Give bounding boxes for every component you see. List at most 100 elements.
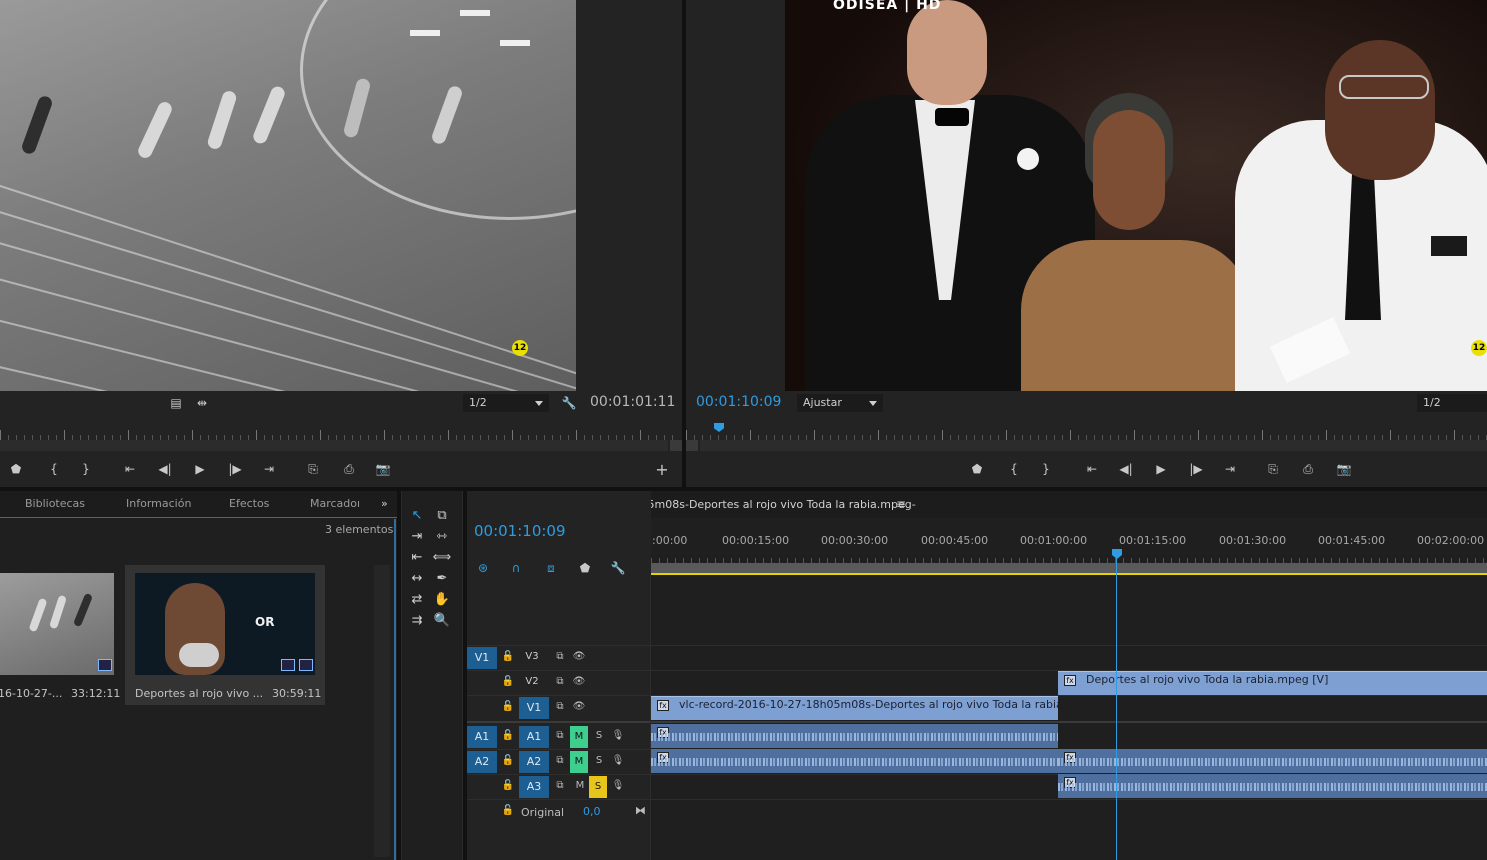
overflow-tabs-icon[interactable]: » — [381, 491, 388, 517]
track-label-a2[interactable]: A2 — [519, 751, 549, 773]
button-editor-icon[interactable]: + — [652, 461, 672, 479]
add-marker-icon[interactable]: ⬟ — [6, 460, 26, 478]
timeline-timecode[interactable]: 00:01:10:09 — [474, 522, 566, 540]
lock-icon[interactable]: 🔓 — [501, 775, 515, 797]
sync-lock-icon[interactable]: ⧉ — [553, 725, 567, 747]
rolling-edit-tool-icon[interactable]: ⇿ — [432, 527, 452, 547]
panel-menu-icon[interactable]: ≡ — [896, 497, 906, 511]
voice-over-icon[interactable]: 🎙 — [611, 750, 625, 772]
work-area-bar[interactable] — [651, 563, 1487, 575]
project-item-thumbnail-1[interactable] — [0, 573, 114, 675]
export-frame-icon[interactable]: 📷 — [373, 460, 393, 478]
tab-efectos[interactable]: Efectos — [229, 491, 269, 517]
go-to-end-icon[interactable]: ⧓ — [635, 804, 646, 817]
source-zoom-bar[interactable] — [0, 440, 668, 451]
insert-icon[interactable]: ⎘ — [303, 460, 323, 478]
clip-a2-second[interactable]: fx — [1058, 749, 1487, 773]
program-zoom-select[interactable]: 1/2 — [1417, 394, 1487, 412]
mute-button-a3[interactable]: M — [573, 775, 587, 797]
source-zoom-select[interactable]: 1/2 — [463, 394, 549, 412]
eye-icon[interactable]: 👁 — [572, 671, 586, 693]
track-label-a1[interactable]: A1 — [519, 726, 549, 748]
lock-icon[interactable]: 🔓 — [501, 696, 515, 718]
rate-stretch-tool-icon[interactable]: ⇤ — [407, 548, 427, 568]
eye-icon[interactable]: 👁 — [572, 646, 586, 668]
step-forward-icon[interactable]: |▶ — [225, 460, 245, 478]
slide-tool-icon[interactable]: ⇄ — [407, 590, 427, 610]
snap-icon[interactable]: ∩ — [506, 559, 526, 577]
clip-a1[interactable]: fx — [651, 724, 1058, 748]
hand-tool-icon[interactable]: ✋ — [432, 590, 452, 610]
program-mark-in-icon[interactable]: { — [1004, 460, 1024, 478]
lock-icon[interactable]: 🔓 — [501, 800, 515, 822]
video-source-target[interactable]: V1 — [467, 647, 497, 669]
slip-tool-icon[interactable]: ↔ — [407, 569, 427, 589]
mark-in-icon[interactable]: { — [44, 460, 64, 478]
source-timecode[interactable]: 00:01:01:11 — [590, 394, 675, 410]
extract-icon[interactable]: ⎙ — [1298, 460, 1318, 478]
program-zoom-bar[interactable] — [700, 440, 1487, 451]
timeline-settings-icon[interactable]: 🔧 — [608, 559, 628, 577]
mark-out-icon[interactable]: } — [76, 460, 96, 478]
sync-lock-icon[interactable]: ⧉ — [553, 671, 567, 693]
lock-icon[interactable]: 🔓 — [501, 725, 515, 747]
wrench-icon[interactable]: 🔧 — [559, 394, 579, 412]
project-scrollbar[interactable] — [374, 565, 390, 857]
overwrite-icon[interactable]: ⎙ — [339, 460, 359, 478]
lock-icon[interactable]: 🔓 — [501, 750, 515, 772]
track-label-v1[interactable]: V1 — [519, 697, 549, 719]
lift-icon[interactable]: ⎘ — [1263, 460, 1283, 478]
program-step-back-icon[interactable]: ◀| — [1116, 460, 1136, 478]
pen-tool-icon[interactable]: ✒ — [432, 569, 452, 589]
lock-icon[interactable]: 🔓 — [501, 671, 515, 693]
go-to-out-icon[interactable]: ⇥ — [259, 460, 279, 478]
program-go-to-in-icon[interactable]: ⇤ — [1082, 460, 1102, 478]
go-to-in-icon[interactable]: ⇤ — [120, 460, 140, 478]
program-step-forward-icon[interactable]: |▶ — [1186, 460, 1206, 478]
solo-button-a1[interactable]: S — [592, 725, 606, 747]
zoom-tool-icon[interactable]: 🔍 — [432, 611, 452, 631]
lock-icon[interactable]: 🔓 — [501, 646, 515, 668]
program-go-to-out-icon[interactable]: ⇥ — [1220, 460, 1240, 478]
safe-margins-icon[interactable]: ▤ — [166, 394, 186, 412]
drag-video-audio-icon[interactable]: ⇹ — [192, 394, 212, 412]
clip-v2[interactable]: fx Deportes al rojo vivo Toda la rabia.m… — [1058, 671, 1487, 695]
sync-lock-icon[interactable]: ⧉ — [553, 696, 567, 718]
program-timecode[interactable]: 00:01:10:09 — [696, 394, 781, 410]
mute-button-a2[interactable]: M — [570, 751, 588, 773]
tab-bibliotecas[interactable]: Bibliotecas — [25, 491, 85, 517]
mute-button-a1[interactable]: M — [570, 726, 588, 748]
source-video-frame[interactable]: 12 — [0, 0, 576, 391]
program-add-marker-icon[interactable]: ⬟ — [967, 460, 987, 478]
clip-a2[interactable]: fx — [651, 749, 1058, 773]
sync-lock-icon[interactable]: ⧉ — [553, 750, 567, 772]
audio-source-target-a1[interactable]: A1 — [467, 726, 497, 748]
selection-tool-icon[interactable]: ↖ — [407, 506, 427, 526]
program-export-frame-icon[interactable]: 📷 — [1334, 460, 1354, 478]
master-volume-value[interactable]: 0,0 — [583, 805, 601, 818]
step-back-icon[interactable]: ◀| — [155, 460, 175, 478]
eye-icon[interactable]: 👁 — [572, 696, 586, 718]
clip-a3[interactable]: fx — [1058, 774, 1487, 798]
project-item-thumbnail-2[interactable]: OR — [135, 573, 315, 675]
nest-icon[interactable]: ⊛ — [473, 559, 493, 577]
play-icon[interactable]: ▶ — [190, 460, 210, 478]
linked-selection-icon[interactable]: ⧈ — [541, 559, 561, 577]
solo-button-a2[interactable]: S — [592, 750, 606, 772]
voice-over-icon[interactable]: 🎙 — [611, 775, 625, 797]
ripple-edit-tool-icon[interactable]: ⇥ — [407, 527, 427, 547]
track-label-a3[interactable]: A3 — [519, 776, 549, 798]
timeline-marker-icon[interactable]: ⬟ — [575, 559, 595, 577]
tab-informacion[interactable]: Información — [126, 491, 191, 517]
track-select-tool-icon[interactable]: ⧉ — [432, 506, 452, 526]
track-select-forward-icon[interactable]: ⇉ — [407, 611, 427, 631]
program-mark-out-icon[interactable]: } — [1036, 460, 1056, 478]
razor-tool-icon[interactable]: ⟺ — [432, 548, 452, 568]
clip-v1[interactable]: fx vlc-record-2016-10-27-18h05m08s-Depor… — [651, 696, 1058, 720]
voice-over-icon[interactable]: 🎙 — [611, 725, 625, 747]
program-play-icon[interactable]: ▶ — [1151, 460, 1171, 478]
program-video-frame[interactable]: ODISEA | HD 12 — [785, 0, 1487, 391]
solo-button-a3[interactable]: S — [589, 776, 607, 798]
tab-marcadores[interactable]: Marcadoı — [310, 491, 360, 517]
sync-lock-icon[interactable]: ⧉ — [553, 775, 567, 797]
